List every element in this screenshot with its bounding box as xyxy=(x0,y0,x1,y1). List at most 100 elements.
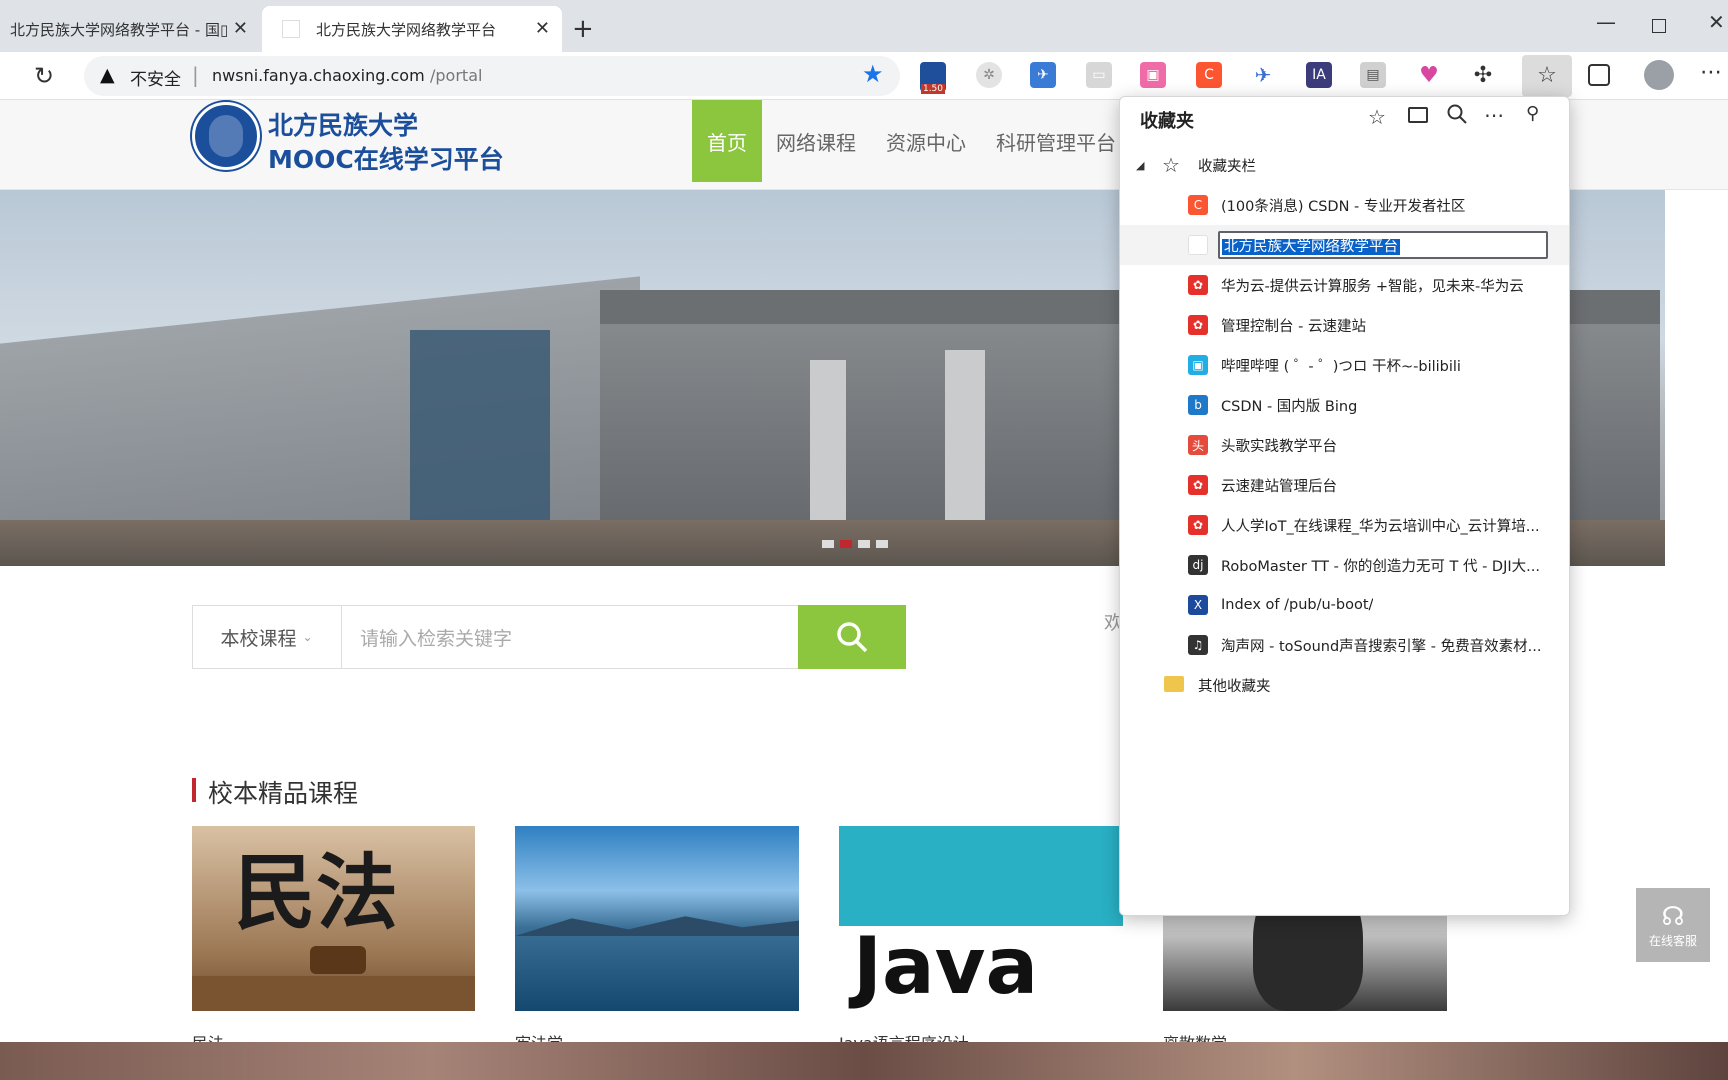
favorite-item[interactable]: dj RoboMaster TT - 你的创造力无可 T 代 - DJI大... xyxy=(1120,545,1569,585)
tab-inactive[interactable]: 北方民族大学网络教学平台 - 国▯ ✕ xyxy=(0,6,260,52)
online-service-button[interactable]: ☊ 在线客服 xyxy=(1636,888,1710,962)
favorite-label: 管理控制台 - 云速建站 xyxy=(1221,318,1366,335)
favorite-label: 头歌实践教学平台 xyxy=(1221,438,1337,455)
page-favicon-icon xyxy=(282,20,300,38)
extension-icon[interactable]: ✲ xyxy=(976,62,1002,88)
extension-icon[interactable]: ▭ xyxy=(1086,62,1112,88)
tab-active[interactable]: 北方民族大学网络教学平台 ✕ xyxy=(262,6,562,52)
footer-decoration xyxy=(0,1042,1728,1080)
headphones-icon: ♫ xyxy=(1188,635,1208,655)
speed-extension-icon[interactable]: 1.50 xyxy=(920,62,946,94)
favorite-label: 淘声网 - toSound声音搜索引擎 - 免费音效素材... xyxy=(1221,638,1542,655)
favorite-label: Index of /pub/u-boot/ xyxy=(1221,597,1374,613)
chevron-down-icon: ⌄ xyxy=(302,630,313,644)
url-host[interactable]: nwsni.fanya.chaoxing.com xyxy=(212,66,425,85)
collapse-triangle-icon[interactable]: ◢ xyxy=(1136,159,1144,172)
favorite-item[interactable]: ✿ 人人学IoT_在线课程_华为云培训中心_云计算培... xyxy=(1120,505,1569,545)
course-card-civil-law[interactable]: 民法 xyxy=(192,826,475,1011)
favorite-label: (100条消息) CSDN - 专业开发者社区 xyxy=(1221,198,1466,215)
course-cover-text: 民法 xyxy=(234,845,399,941)
slide-dot[interactable] xyxy=(822,540,834,548)
logo-subtitle: MOOC在线学习平台 xyxy=(268,145,504,174)
huawei-icon: ✿ xyxy=(1188,275,1208,295)
educoder-icon: 头 xyxy=(1188,435,1208,455)
course-card-constitution[interactable] xyxy=(515,826,799,1011)
section-title: 校本精品课程 xyxy=(208,779,359,808)
bilibili-extension-icon[interactable]: ▣ xyxy=(1140,62,1166,88)
add-favorite-icon[interactable]: ☆ xyxy=(1368,105,1386,129)
bing-icon: b xyxy=(1188,395,1208,415)
search-input[interactable]: 请输入检索关键字 xyxy=(360,624,512,651)
university-logo-icon xyxy=(192,102,260,170)
selected-text: 北方民族大学网络教学平台 xyxy=(1222,239,1400,255)
favorite-item[interactable]: ♫ 淘声网 - toSound声音搜索引擎 - 免费音效素材... xyxy=(1120,625,1569,665)
reader-extension-icon[interactable]: ▤ xyxy=(1360,62,1386,88)
nav-item-resources[interactable]: 资源中心 xyxy=(886,100,966,182)
favorite-label: RoboMaster TT - 你的创造力无可 T 代 - DJI大... xyxy=(1221,558,1540,575)
favorite-item[interactable]: C (100条消息) CSDN - 专业开发者社区 xyxy=(1120,185,1569,225)
blank-page-icon xyxy=(1188,235,1208,255)
favorite-item[interactable]: X Index of /pub/u-boot/ xyxy=(1120,585,1569,625)
search-button[interactable] xyxy=(798,605,906,669)
window-close-icon[interactable]: ✕ xyxy=(1708,10,1725,34)
new-tab-button[interactable]: + xyxy=(572,14,594,44)
favorite-item[interactable]: b CSDN - 国内版 Bing xyxy=(1120,385,1569,425)
favorite-item[interactable]: ✿ 管理控制台 - 云速建站 xyxy=(1120,305,1569,345)
folder-label: 其他收藏夹 xyxy=(1198,678,1271,695)
online-service-label: 在线客服 xyxy=(1648,933,1697,948)
favorite-item[interactable]: 头头歌实践教学平台 xyxy=(1120,425,1569,465)
speed-badge: 1.50 xyxy=(920,84,946,94)
close-tab-icon[interactable]: ✕ xyxy=(535,18,550,39)
ia-extension-icon[interactable]: IA xyxy=(1306,62,1332,88)
nav-item-research[interactable]: 科研管理平台 xyxy=(996,100,1116,182)
minimize-icon[interactable]: — xyxy=(1596,10,1616,34)
folder-label: 收藏夹栏 xyxy=(1198,158,1256,175)
course-cover-text: Java xyxy=(853,922,1039,1011)
favorite-item[interactable]: ▣ 哔哩哔哩 ( ゜- ゜)つロ 干杯~-bilibili xyxy=(1120,345,1569,385)
star-folder-icon: ☆ xyxy=(1162,153,1180,177)
favorites-panel: 收藏夹 ☆ ⋯ ⚲ ◢ ☆ 收藏夹栏 C (100条消息) CSDN - 专业开发… xyxy=(1119,96,1570,916)
csdn-extension-icon[interactable]: C xyxy=(1196,62,1222,88)
gavel-icon xyxy=(310,946,366,974)
maximize-icon[interactable] xyxy=(1652,19,1666,33)
logo-title: 北方民族大学 xyxy=(268,111,419,140)
address-bar[interactable]: ▲ 不安全 | nwsni.fanya.chaoxing.com /portal… xyxy=(84,56,900,96)
profile-avatar[interactable] xyxy=(1644,60,1674,90)
refresh-icon[interactable]: ↻ xyxy=(34,62,54,90)
other-favorites-folder[interactable]: 其他收藏夹 xyxy=(1120,665,1569,705)
bilibili-icon: ▣ xyxy=(1188,355,1208,375)
csdn-icon: C xyxy=(1188,195,1208,215)
tab-title: 北方民族大学网络教学平台 xyxy=(316,20,497,39)
favorite-item[interactable]: ✿ 云速建站管理后台 xyxy=(1120,465,1569,505)
url-path[interactable]: /portal xyxy=(430,66,482,85)
nav-item-home[interactable]: 首页 xyxy=(692,100,762,182)
search-favorites-icon[interactable] xyxy=(1446,103,1468,129)
favorites-icon[interactable]: ☆ xyxy=(1534,62,1560,88)
security-label[interactable]: 不安全 xyxy=(130,65,181,90)
extensions-puzzle-icon[interactable]: ✣ xyxy=(1470,62,1496,88)
slide-dot-active[interactable] xyxy=(840,540,852,548)
rename-favorite-input[interactable]: 北方民族大学网络教学平台 xyxy=(1218,231,1548,259)
nav-item-courses[interactable]: 网络课程 xyxy=(776,100,856,182)
warning-icon[interactable]: ▲ xyxy=(100,64,115,86)
extension-icon[interactable]: ✈ xyxy=(1250,62,1276,88)
favorite-star-icon[interactable]: ★ xyxy=(862,60,884,88)
favorite-item[interactable]: ✿ 华为云-提供云计算服务 +智能，见未来-华为云 xyxy=(1120,265,1569,305)
favorites-bar-folder[interactable]: ◢ ☆ 收藏夹栏 xyxy=(1120,145,1569,185)
slide-dot[interactable] xyxy=(858,540,870,548)
slide-dot[interactable] xyxy=(876,540,888,548)
favorite-item[interactable]: 北方民族大学网络教学平台 xyxy=(1120,225,1569,265)
shield-extension-icon[interactable]: ♥ xyxy=(1416,62,1442,88)
collections-icon[interactable] xyxy=(1588,64,1610,86)
headset-icon: ☊ xyxy=(1661,901,1685,932)
search-scope-select[interactable]: 本校课程 ⌄ xyxy=(192,605,342,669)
pin-icon[interactable]: ⚲ xyxy=(1526,103,1539,124)
favorite-label: 人人学IoT_在线课程_华为云培训中心_云计算培... xyxy=(1221,518,1540,535)
add-folder-icon[interactable] xyxy=(1408,107,1428,123)
search-scope-label: 本校课程 xyxy=(220,627,297,650)
course-card-java[interactable]: Java xyxy=(839,826,1123,1011)
close-tab-icon[interactable]: ✕ xyxy=(233,18,248,39)
extension-icon[interactable]: ✈ xyxy=(1030,62,1056,88)
more-options-icon[interactable]: ⋯ xyxy=(1484,103,1504,127)
more-menu-icon[interactable]: ⋯ xyxy=(1700,60,1722,85)
